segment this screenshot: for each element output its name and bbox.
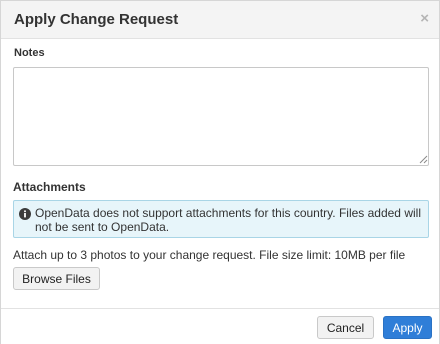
browse-files-button[interactable]: Browse Files: [13, 267, 100, 290]
notes-textarea[interactable]: [13, 67, 429, 166]
attachments-label: Attachments: [13, 180, 86, 194]
info-circle-icon: [19, 208, 31, 220]
close-icon[interactable]: ×: [420, 10, 429, 28]
apply-button[interactable]: Apply: [383, 316, 432, 339]
dialog-footer: Cancel Apply: [1, 308, 439, 344]
info-message: OpenData does not support attachments fo…: [35, 206, 421, 234]
notes-label: Notes: [14, 47, 45, 59]
dialog-header: Apply Change Request ×: [1, 1, 439, 39]
attachments-description: Attach up to 3 photos to your change req…: [13, 248, 406, 262]
dialog-title: Apply Change Request: [14, 11, 179, 28]
apply-change-request-dialog: Apply Change Request × Notes Attachments…: [0, 0, 440, 344]
cancel-button[interactable]: Cancel: [317, 316, 374, 339]
info-alert: OpenData does not support attachments fo…: [13, 200, 429, 238]
resize-handle-icon[interactable]: [419, 155, 428, 164]
